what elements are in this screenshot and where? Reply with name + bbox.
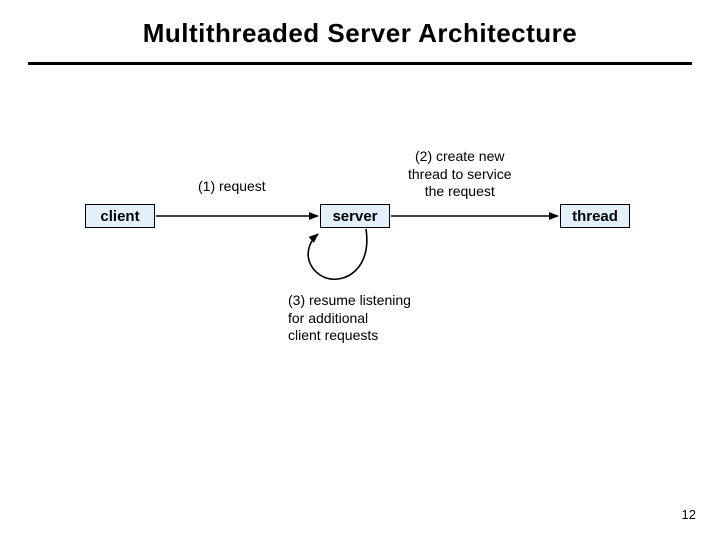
diagram-arrows: [0, 0, 720, 540]
step3-label: (3) resume listening for additional clie…: [288, 292, 411, 345]
arrow-resume-loop: [308, 229, 367, 279]
page-number: 12: [682, 507, 696, 522]
thread-node: thread: [560, 204, 630, 228]
title-underline: [28, 62, 692, 65]
client-node: client: [85, 204, 155, 228]
server-node-label: server: [332, 208, 377, 225]
slide-title: Multithreaded Server Architecture: [0, 18, 720, 49]
thread-node-label: thread: [572, 208, 618, 225]
server-node: server: [320, 204, 390, 228]
step2-label: (2) create new thread to service the req…: [408, 148, 512, 201]
client-node-label: client: [100, 208, 139, 225]
step1-label: (1) request: [198, 178, 266, 196]
